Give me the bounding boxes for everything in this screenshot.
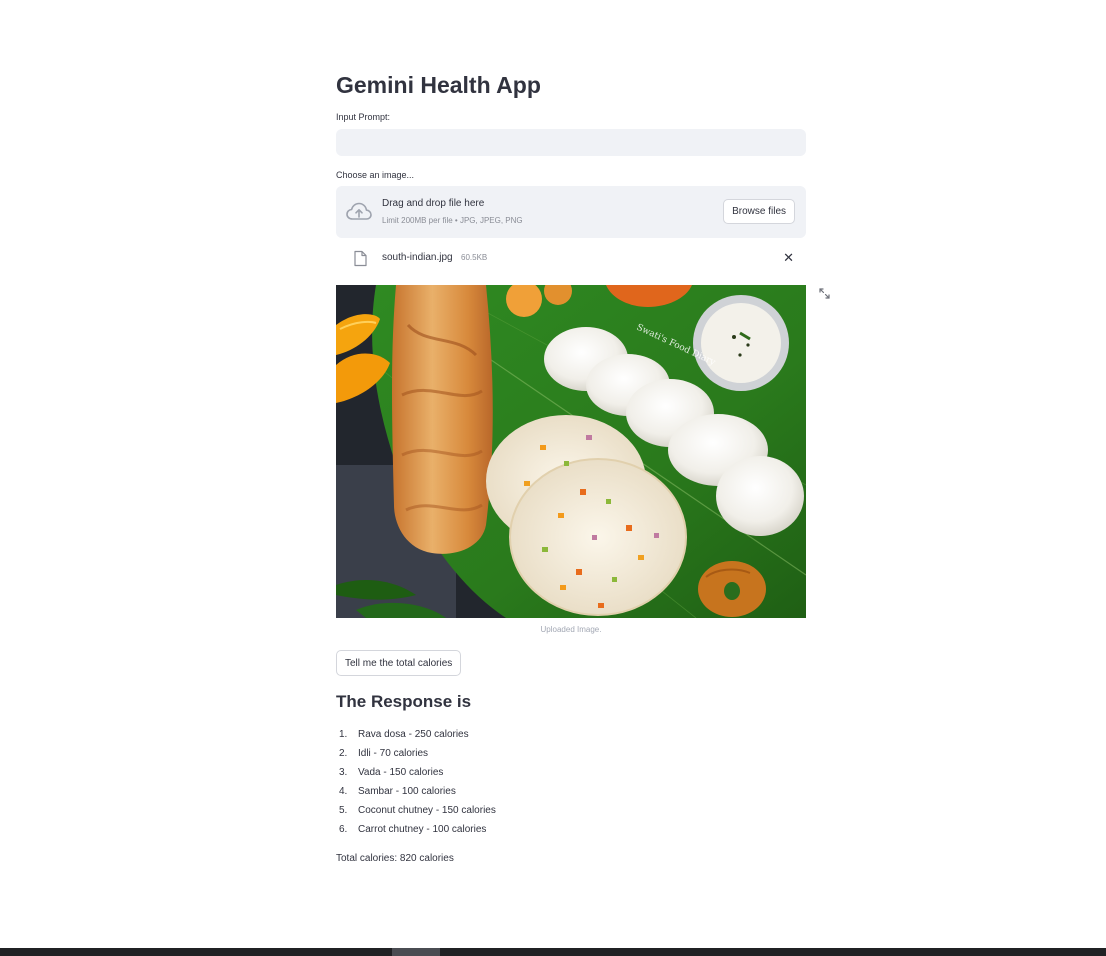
list-item: 2. Idli - 70 calories — [336, 746, 496, 765]
response-heading: The Response is — [336, 692, 472, 711]
page-title: Gemini Health App — [336, 72, 541, 98]
file-icon — [354, 250, 367, 267]
app-root: Gemini Health App Input Prompt: Choose a… — [0, 0, 1106, 956]
list-item-text: Sambar - 100 calories — [358, 786, 456, 797]
list-item-text: Rava dosa - 250 calories — [358, 729, 469, 740]
list-item-text: Carrot chutney - 100 calories — [358, 824, 487, 835]
dropzone-instructions: Drag and drop file here — [382, 198, 485, 209]
total-calories-button[interactable]: Tell me the total calories — [336, 650, 462, 676]
image-caption: Uploaded Image. — [540, 625, 602, 634]
response-list: 1. Rava dosa - 250 calories 2. Idli - 70 c… — [336, 727, 496, 841]
cloud-upload-icon — [346, 202, 372, 220]
list-item-text: Vada - 150 calories — [358, 767, 444, 778]
food-photo: Swati's Food Diary — [336, 285, 806, 618]
list-item-number: 3. — [339, 767, 348, 778]
list-item-number: 5. — [339, 805, 348, 816]
fullscreen-icon[interactable] — [819, 288, 830, 299]
list-item: 6. Carrot chutney - 100 calories — [336, 822, 496, 841]
file-dropzone[interactable]: Drag and drop file here Limit 200MB per … — [336, 186, 806, 238]
list-item: 1. Rava dosa - 250 calories — [336, 727, 496, 746]
list-item-number: 2. — [339, 748, 348, 759]
taskbar — [0, 948, 1106, 956]
prompt-label: Input Prompt: — [336, 112, 391, 122]
list-item-number: 6. — [339, 824, 348, 835]
file-name: south-indian.jpg — [382, 252, 453, 263]
list-item-number: 4. — [339, 786, 348, 797]
total-calories-text: Total calories: 820 calories — [336, 853, 454, 864]
uploader-label: Choose an image... — [336, 170, 415, 180]
list-item: 4. Sambar - 100 calories — [336, 784, 496, 803]
uploaded-image: Swati's Food Diary — [336, 285, 806, 618]
list-item-text: Coconut chutney - 150 calories — [358, 805, 496, 816]
uploaded-file-row: south-indian.jpg 60.5KB ✕ — [336, 244, 806, 272]
list-item-text: Idli - 70 calories — [358, 748, 429, 759]
remove-file-icon[interactable]: ✕ — [783, 250, 794, 266]
main-column: Gemini Health App Input Prompt: Choose a… — [336, 70, 830, 864]
taskbar-active-item[interactable] — [392, 948, 440, 956]
list-item: 5. Coconut chutney - 150 calories — [336, 803, 496, 822]
file-size: 60.5KB — [461, 253, 488, 262]
prompt-input[interactable] — [336, 129, 806, 156]
browse-files-button[interactable]: Browse files — [723, 199, 795, 224]
dropzone-limit: Limit 200MB per file • JPG, JPEG, PNG — [382, 216, 523, 225]
list-item-number: 1. — [339, 729, 348, 740]
list-item: 3. Vada - 150 calories — [336, 765, 496, 784]
